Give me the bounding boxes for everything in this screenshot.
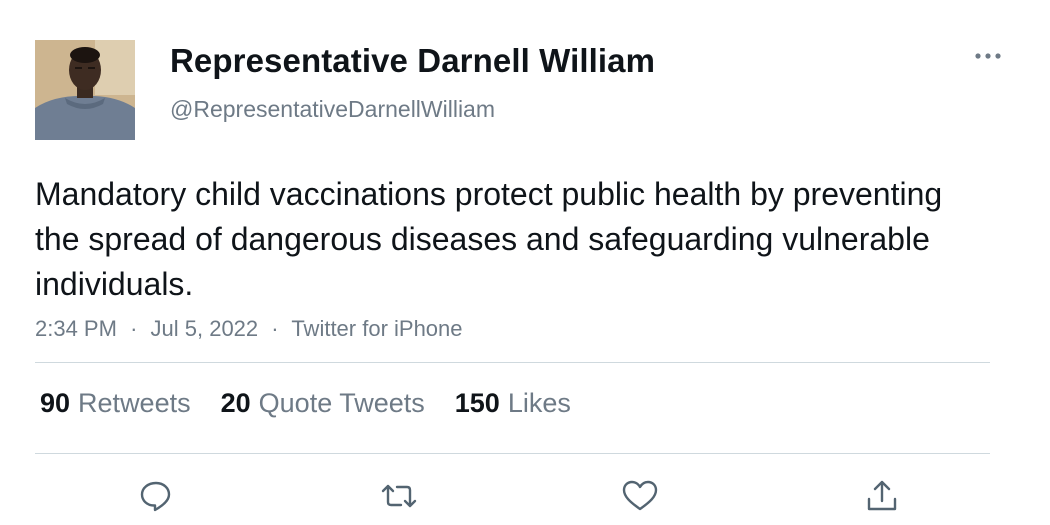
retweets-count: 90 — [40, 388, 71, 418]
tweet-source[interactable]: Twitter for iPhone — [291, 316, 462, 341]
retweet-button[interactable] — [377, 474, 421, 518]
display-name[interactable]: Representative Darnell William — [170, 42, 655, 80]
likes-label: Likes — [507, 388, 571, 418]
quote-tweets-label: Quote Tweets — [258, 388, 425, 418]
retweet-icon — [381, 484, 417, 508]
meta-separator: · — [271, 316, 279, 341]
meta-separator: · — [130, 316, 138, 341]
quote-tweets-count: 20 — [220, 388, 251, 418]
engagement-stats: 90 Retweets 20 Quote Tweets 150 Likes — [40, 388, 571, 419]
likes-stat[interactable]: 150 Likes — [455, 388, 571, 419]
heart-icon — [622, 480, 658, 511]
divider — [35, 362, 990, 363]
retweets-stat[interactable]: 90 Retweets — [40, 388, 191, 419]
share-icon — [867, 480, 897, 511]
tweet-detail: Representative Darnell William @Represen… — [0, 0, 1050, 525]
quote-tweets-stat[interactable]: 20 Quote Tweets — [221, 388, 425, 419]
action-bar — [0, 474, 1050, 518]
likes-count: 150 — [454, 388, 500, 418]
tweet-meta: 2:34 PM · Jul 5, 2022 · Twitter for iPho… — [35, 316, 463, 342]
avatar[interactable] — [35, 40, 135, 140]
reply-button[interactable] — [134, 474, 178, 518]
avatar-photo — [35, 40, 135, 140]
more-horizontal-icon — [975, 53, 1001, 59]
divider — [35, 453, 990, 454]
like-button[interactable] — [618, 474, 662, 518]
tweet-date[interactable]: Jul 5, 2022 — [151, 316, 259, 341]
user-handle[interactable]: @RepresentativeDarnellWilliam — [170, 96, 495, 123]
tweet-time[interactable]: 2:34 PM — [35, 316, 117, 341]
tweet-text: Mandatory child vaccinations protect pub… — [35, 176, 943, 302]
share-button[interactable] — [860, 474, 904, 518]
reply-icon — [140, 481, 171, 512]
retweets-label: Retweets — [78, 388, 191, 418]
more-options-button[interactable] — [968, 42, 1008, 70]
